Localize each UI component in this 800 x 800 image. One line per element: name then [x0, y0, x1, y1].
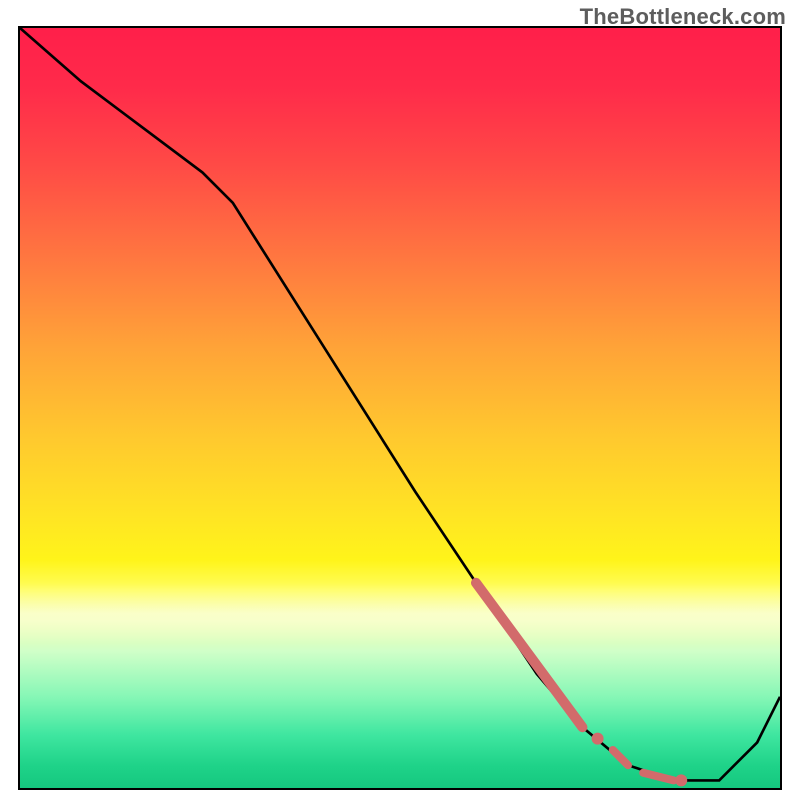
- highlight-segment: [613, 750, 628, 765]
- chart-frame: [18, 26, 782, 790]
- highlight-segment: [643, 773, 673, 781]
- highlight-segment: [476, 583, 582, 727]
- highlight-point: [675, 774, 687, 786]
- bottleneck-curve: [20, 28, 780, 780]
- chart-overlay-svg: [20, 28, 780, 788]
- highlight-segments: [476, 583, 674, 781]
- highlight-point: [592, 733, 604, 745]
